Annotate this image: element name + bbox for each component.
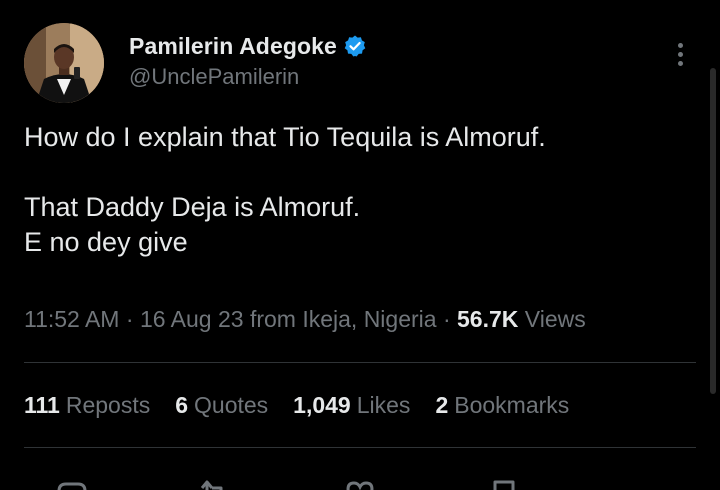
author-block: Pamilerin Adegoke @UnclePamilerin bbox=[129, 30, 367, 90]
bookmarks-count: 2 bbox=[435, 392, 449, 418]
avatar[interactable] bbox=[24, 23, 104, 103]
more-dot bbox=[677, 61, 683, 66]
quotes-stat[interactable]: 6 Quotes bbox=[175, 392, 268, 419]
tweet-line: That Daddy Deja is Almoruf. bbox=[24, 192, 361, 222]
more-dot bbox=[677, 52, 683, 57]
reposts-count: 111 bbox=[24, 392, 60, 418]
reposts-stat[interactable]: 111 Reposts bbox=[24, 392, 150, 419]
tweet-date[interactable]: 16 Aug 23 bbox=[140, 306, 244, 332]
like-icon[interactable] bbox=[340, 474, 380, 490]
more-options-icon[interactable] bbox=[668, 40, 692, 72]
likes-label: Likes bbox=[356, 392, 411, 418]
views-label: Views bbox=[524, 306, 586, 332]
tweet-time[interactable]: 11:52 AM bbox=[24, 306, 119, 332]
tweet-line: How do I explain that Tio Tequila is Alm… bbox=[24, 122, 546, 152]
likes-stat[interactable]: 1,049 Likes bbox=[293, 392, 410, 419]
scrollbar[interactable] bbox=[710, 68, 716, 394]
bookmark-icon[interactable] bbox=[484, 474, 524, 490]
author-handle[interactable]: @UnclePamilerin bbox=[129, 64, 367, 90]
tweet-location: from Ikeja, Nigeria bbox=[249, 306, 437, 332]
tweet-detail: Pamilerin Adegoke @UnclePamilerin How do… bbox=[0, 0, 720, 490]
views-count: 56.7K bbox=[457, 306, 519, 332]
more-dot bbox=[677, 43, 683, 48]
bookmarks-label: Bookmarks bbox=[454, 392, 570, 418]
action-bar bbox=[0, 474, 720, 490]
avatar-photo bbox=[24, 23, 104, 103]
tweet-line: E no dey give bbox=[24, 227, 188, 257]
repost-icon[interactable] bbox=[194, 474, 234, 490]
tweet-text: How do I explain that Tio Tequila is Alm… bbox=[24, 120, 684, 260]
meta-separator: · bbox=[125, 306, 134, 332]
divider bbox=[24, 447, 696, 448]
likes-count: 1,049 bbox=[293, 392, 351, 418]
verified-badge-icon[interactable] bbox=[343, 34, 367, 58]
reply-icon[interactable] bbox=[52, 474, 92, 490]
tweet-meta: 11:52 AM · 16 Aug 23 from Ikeja, Nigeria… bbox=[24, 306, 586, 333]
quotes-label: Quotes bbox=[194, 392, 269, 418]
author-name-row: Pamilerin Adegoke bbox=[129, 30, 367, 62]
divider bbox=[24, 362, 696, 363]
quotes-count: 6 bbox=[175, 392, 189, 418]
reposts-label: Reposts bbox=[65, 392, 151, 418]
engagement-stats: 111 Reposts 6 Quotes 1,049 Likes 2 Bookmarks bbox=[24, 392, 594, 419]
author-display-name[interactable]: Pamilerin Adegoke bbox=[129, 33, 337, 60]
meta-separator: · bbox=[442, 306, 451, 332]
bookmarks-stat[interactable]: 2 Bookmarks bbox=[435, 392, 569, 419]
